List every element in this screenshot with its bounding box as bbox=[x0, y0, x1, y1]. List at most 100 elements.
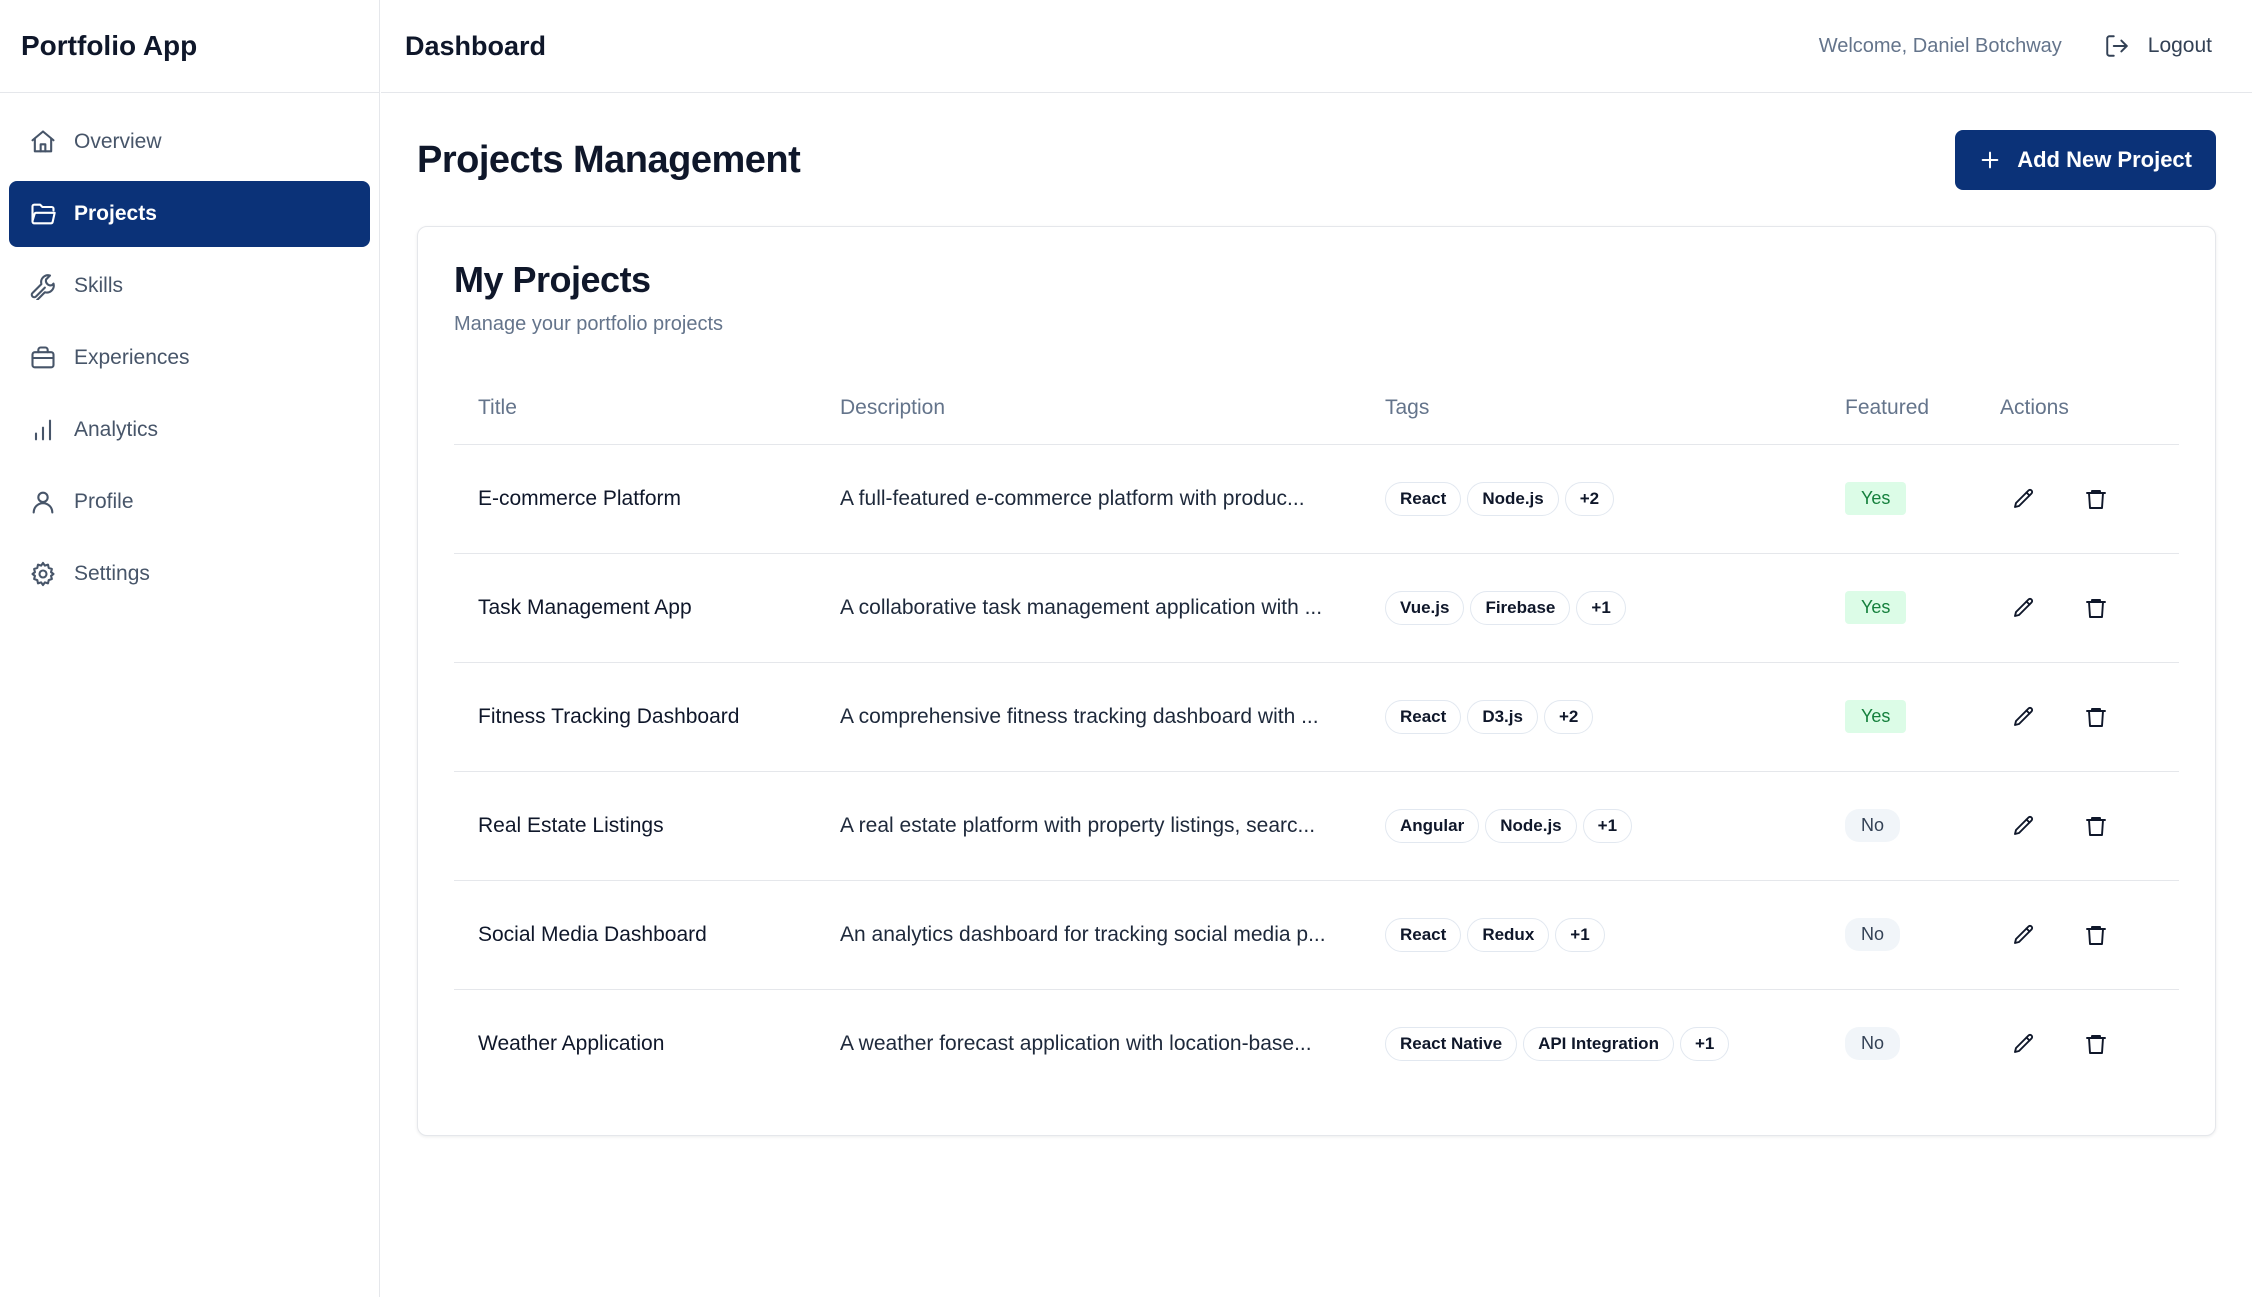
sidebar-item-label: Settings bbox=[74, 562, 150, 585]
delete-button[interactable] bbox=[2078, 1026, 2114, 1062]
edit-button[interactable] bbox=[2006, 808, 2042, 844]
column-header-featured: Featured bbox=[1821, 372, 1976, 445]
main-content: Projects Management Add New Project My P… bbox=[381, 94, 2252, 1297]
project-title: Social Media Dashboard bbox=[454, 880, 816, 990]
project-actions bbox=[1976, 880, 2179, 990]
logout-label: Logout bbox=[2147, 34, 2212, 57]
tag-chip: Node.js bbox=[1485, 808, 1577, 843]
project-title: E-commerce Platform bbox=[454, 444, 816, 554]
tag-chip: React bbox=[1385, 699, 1462, 734]
project-description: A comprehensive fitness tracking dashboa… bbox=[816, 662, 1361, 772]
logout-button[interactable]: Logout bbox=[2104, 33, 2212, 59]
pencil-icon bbox=[2012, 1032, 2036, 1056]
add-new-project-button[interactable]: Add New Project bbox=[1955, 130, 2216, 190]
edit-button[interactable] bbox=[2006, 699, 2042, 735]
wrench-icon bbox=[28, 271, 58, 301]
project-title: Fitness Tracking Dashboard bbox=[454, 662, 816, 772]
trash-icon bbox=[2084, 487, 2108, 511]
folder-icon bbox=[28, 199, 58, 229]
top-header: Dashboard Welcome, Daniel Botchway Logou… bbox=[381, 0, 2252, 93]
project-tags: React Node.js +2 bbox=[1361, 444, 1821, 554]
project-featured: Yes bbox=[1821, 662, 1976, 772]
project-featured: No bbox=[1821, 989, 1976, 1098]
featured-badge: Yes bbox=[1845, 482, 1907, 515]
sidebar-item-projects[interactable]: Projects bbox=[9, 181, 370, 247]
tag-chip: Node.js bbox=[1467, 481, 1559, 516]
pencil-icon bbox=[2012, 596, 2036, 620]
pencil-icon bbox=[2012, 814, 2036, 838]
column-header-description: Description bbox=[816, 372, 1361, 445]
project-description: A full-featured e-commerce platform with… bbox=[816, 444, 1361, 554]
edit-button[interactable] bbox=[2006, 481, 2042, 517]
pencil-icon bbox=[2012, 705, 2036, 729]
edit-button[interactable] bbox=[2006, 1026, 2042, 1062]
project-actions bbox=[1976, 553, 2179, 663]
sidebar: Portfolio App Overview Projects Skills E… bbox=[0, 0, 380, 1297]
table-body: E-commerce Platform A full-featured e-co… bbox=[454, 444, 2179, 1098]
column-header-tags: Tags bbox=[1361, 372, 1821, 445]
table-row: Weather Application A weather forecast a… bbox=[454, 989, 2179, 1098]
sidebar-item-skills[interactable]: Skills bbox=[9, 253, 370, 319]
featured-badge: No bbox=[1845, 809, 1901, 842]
more-tags-chip: +1 bbox=[1679, 1026, 1730, 1061]
home-icon bbox=[28, 127, 58, 157]
gear-icon bbox=[28, 559, 58, 589]
card-title: My Projects bbox=[454, 259, 651, 300]
card-subtitle: Manage your portfolio projects bbox=[454, 313, 724, 335]
delete-button[interactable] bbox=[2078, 481, 2114, 517]
project-actions bbox=[1976, 444, 2179, 554]
delete-button[interactable] bbox=[2078, 590, 2114, 626]
app-root: Portfolio App Overview Projects Skills E… bbox=[0, 0, 2252, 1297]
table-row: E-commerce Platform A full-featured e-co… bbox=[454, 444, 2179, 554]
pencil-icon bbox=[2012, 923, 2036, 947]
table-row: Fitness Tracking Dashboard A comprehensi… bbox=[454, 662, 2179, 772]
project-featured: Yes bbox=[1821, 553, 1976, 663]
trash-icon bbox=[2084, 1032, 2108, 1056]
edit-button[interactable] bbox=[2006, 917, 2042, 953]
featured-badge: Yes bbox=[1845, 591, 1907, 624]
project-tags: React Redux +1 bbox=[1361, 880, 1821, 990]
column-header-actions: Actions bbox=[1976, 372, 2179, 445]
edit-button[interactable] bbox=[2006, 590, 2042, 626]
user-icon bbox=[28, 487, 58, 517]
tag-chip: React bbox=[1385, 481, 1462, 516]
delete-button[interactable] bbox=[2078, 808, 2114, 844]
table-row: Real Estate Listings A real estate platf… bbox=[454, 771, 2179, 881]
sidebar-item-label: Overview bbox=[74, 130, 162, 153]
trash-icon bbox=[2084, 923, 2108, 947]
table-row: Task Management App A collaborative task… bbox=[454, 553, 2179, 663]
tag-chip: Vue.js bbox=[1385, 590, 1465, 625]
project-featured: Yes bbox=[1821, 444, 1976, 554]
table-row: Social Media Dashboard An analytics dash… bbox=[454, 880, 2179, 990]
trash-icon bbox=[2084, 814, 2108, 838]
delete-button[interactable] bbox=[2078, 917, 2114, 953]
page-title: Dashboard bbox=[405, 30, 547, 61]
tag-chip: API Integration bbox=[1523, 1026, 1674, 1061]
welcome-text: Welcome, Daniel Botchway bbox=[1818, 34, 2062, 57]
project-actions bbox=[1976, 662, 2179, 772]
more-tags-chip: +2 bbox=[1543, 699, 1594, 734]
add-button-label: Add New Project bbox=[2017, 147, 2192, 172]
project-tags: React Native API Integration +1 bbox=[1361, 989, 1821, 1098]
projects-card: My Projects Manage your portfolio projec… bbox=[417, 226, 2216, 1136]
projects-table: Title Description Tags Featured Actions … bbox=[454, 372, 2179, 1098]
project-featured: No bbox=[1821, 880, 1976, 990]
main-header: Projects Management Add New Project bbox=[417, 94, 2216, 226]
sidebar-item-analytics[interactable]: Analytics bbox=[9, 397, 370, 463]
delete-button[interactable] bbox=[2078, 699, 2114, 735]
trash-icon bbox=[2084, 596, 2108, 620]
project-description: A weather forecast application with loca… bbox=[840, 1031, 1312, 1055]
sidebar-item-experiences[interactable]: Experiences bbox=[9, 325, 370, 391]
project-actions bbox=[1976, 989, 2179, 1098]
app-brand: Portfolio App bbox=[0, 0, 379, 93]
sidebar-item-overview[interactable]: Overview bbox=[9, 109, 370, 175]
pencil-icon bbox=[2012, 487, 2036, 511]
project-description: A collaborative task management applicat… bbox=[816, 553, 1361, 663]
project-tags: React D3.js +2 bbox=[1361, 662, 1821, 772]
sidebar-item-settings[interactable]: Settings bbox=[9, 541, 370, 607]
sidebar-item-profile[interactable]: Profile bbox=[9, 469, 370, 535]
briefcase-icon bbox=[28, 343, 58, 373]
sidebar-item-label: Experiences bbox=[74, 346, 190, 369]
project-description: A real estate platform with property lis… bbox=[816, 771, 1361, 881]
tag-chip: React bbox=[1385, 917, 1462, 952]
